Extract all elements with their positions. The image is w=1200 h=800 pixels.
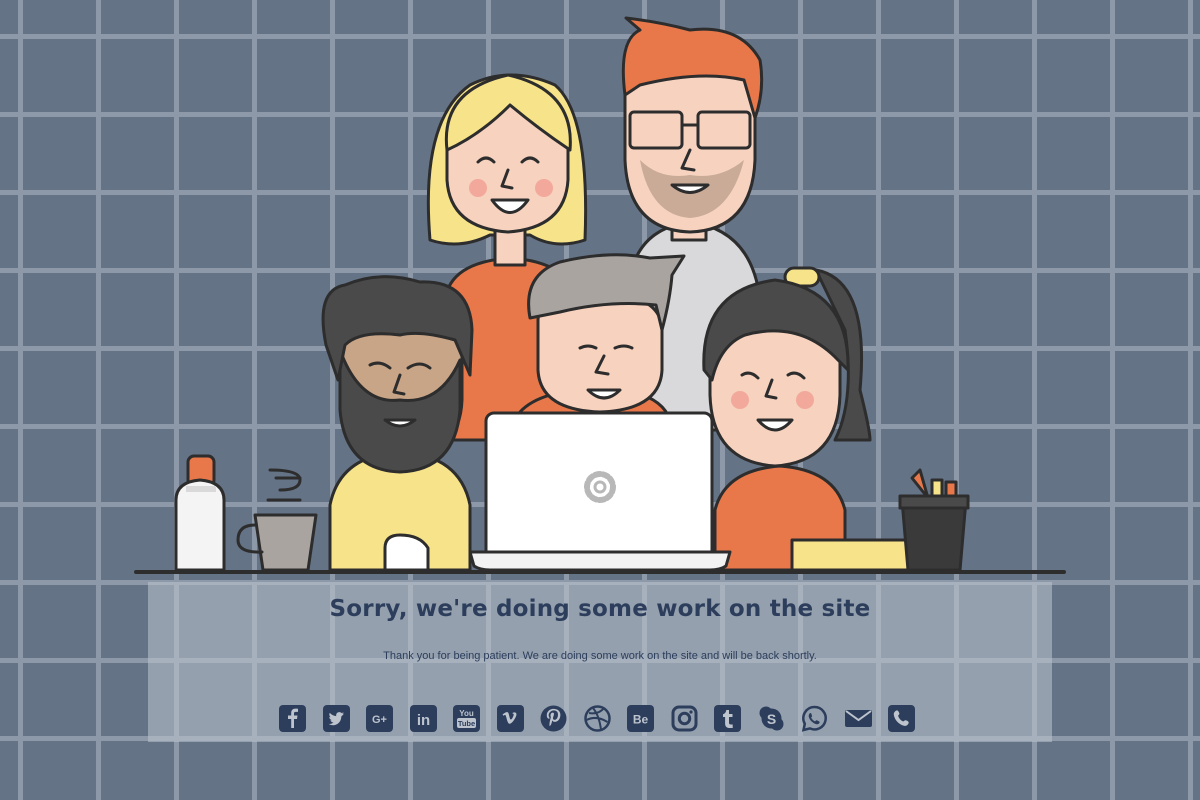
tumblr-icon[interactable] (713, 704, 742, 733)
phone-icon[interactable] (887, 704, 916, 733)
laptop (468, 411, 732, 572)
vimeo-icon[interactable] (496, 704, 525, 733)
dribbble-icon[interactable] (583, 704, 612, 733)
instagram-icon[interactable] (670, 704, 699, 733)
svg-text:G+: G+ (372, 714, 387, 726)
pinterest-icon[interactable] (539, 704, 568, 733)
maintenance-message: Thank you for being patient. We are doin… (383, 650, 817, 662)
svg-text:Tube: Tube (458, 719, 475, 728)
whatsapp-icon[interactable] (800, 704, 829, 733)
svg-text:S: S (766, 711, 775, 727)
behance-icon[interactable]: Be (626, 704, 655, 733)
pencil-cup (898, 468, 970, 572)
person-ponytail-woman (702, 266, 872, 572)
facebook-icon[interactable] (278, 704, 307, 733)
svg-text:You: You (459, 709, 474, 718)
google-plus-icon[interactable]: G+ (365, 704, 394, 733)
svg-text:in: in (416, 712, 429, 729)
email-icon[interactable] (844, 704, 873, 733)
social-links: G+ in You Tube Be S (278, 701, 928, 735)
water-bottle (174, 454, 226, 572)
svg-text:Be: Be (633, 712, 649, 726)
page-title: Sorry, we're doing some work on the site (329, 596, 871, 622)
linkedin-icon[interactable]: in (409, 704, 438, 733)
youtube-icon[interactable]: You Tube (452, 704, 481, 733)
twitter-icon[interactable] (322, 704, 351, 733)
skype-icon[interactable]: S (757, 704, 786, 733)
person-bearded-man (321, 275, 474, 572)
coffee-cup (236, 468, 318, 572)
